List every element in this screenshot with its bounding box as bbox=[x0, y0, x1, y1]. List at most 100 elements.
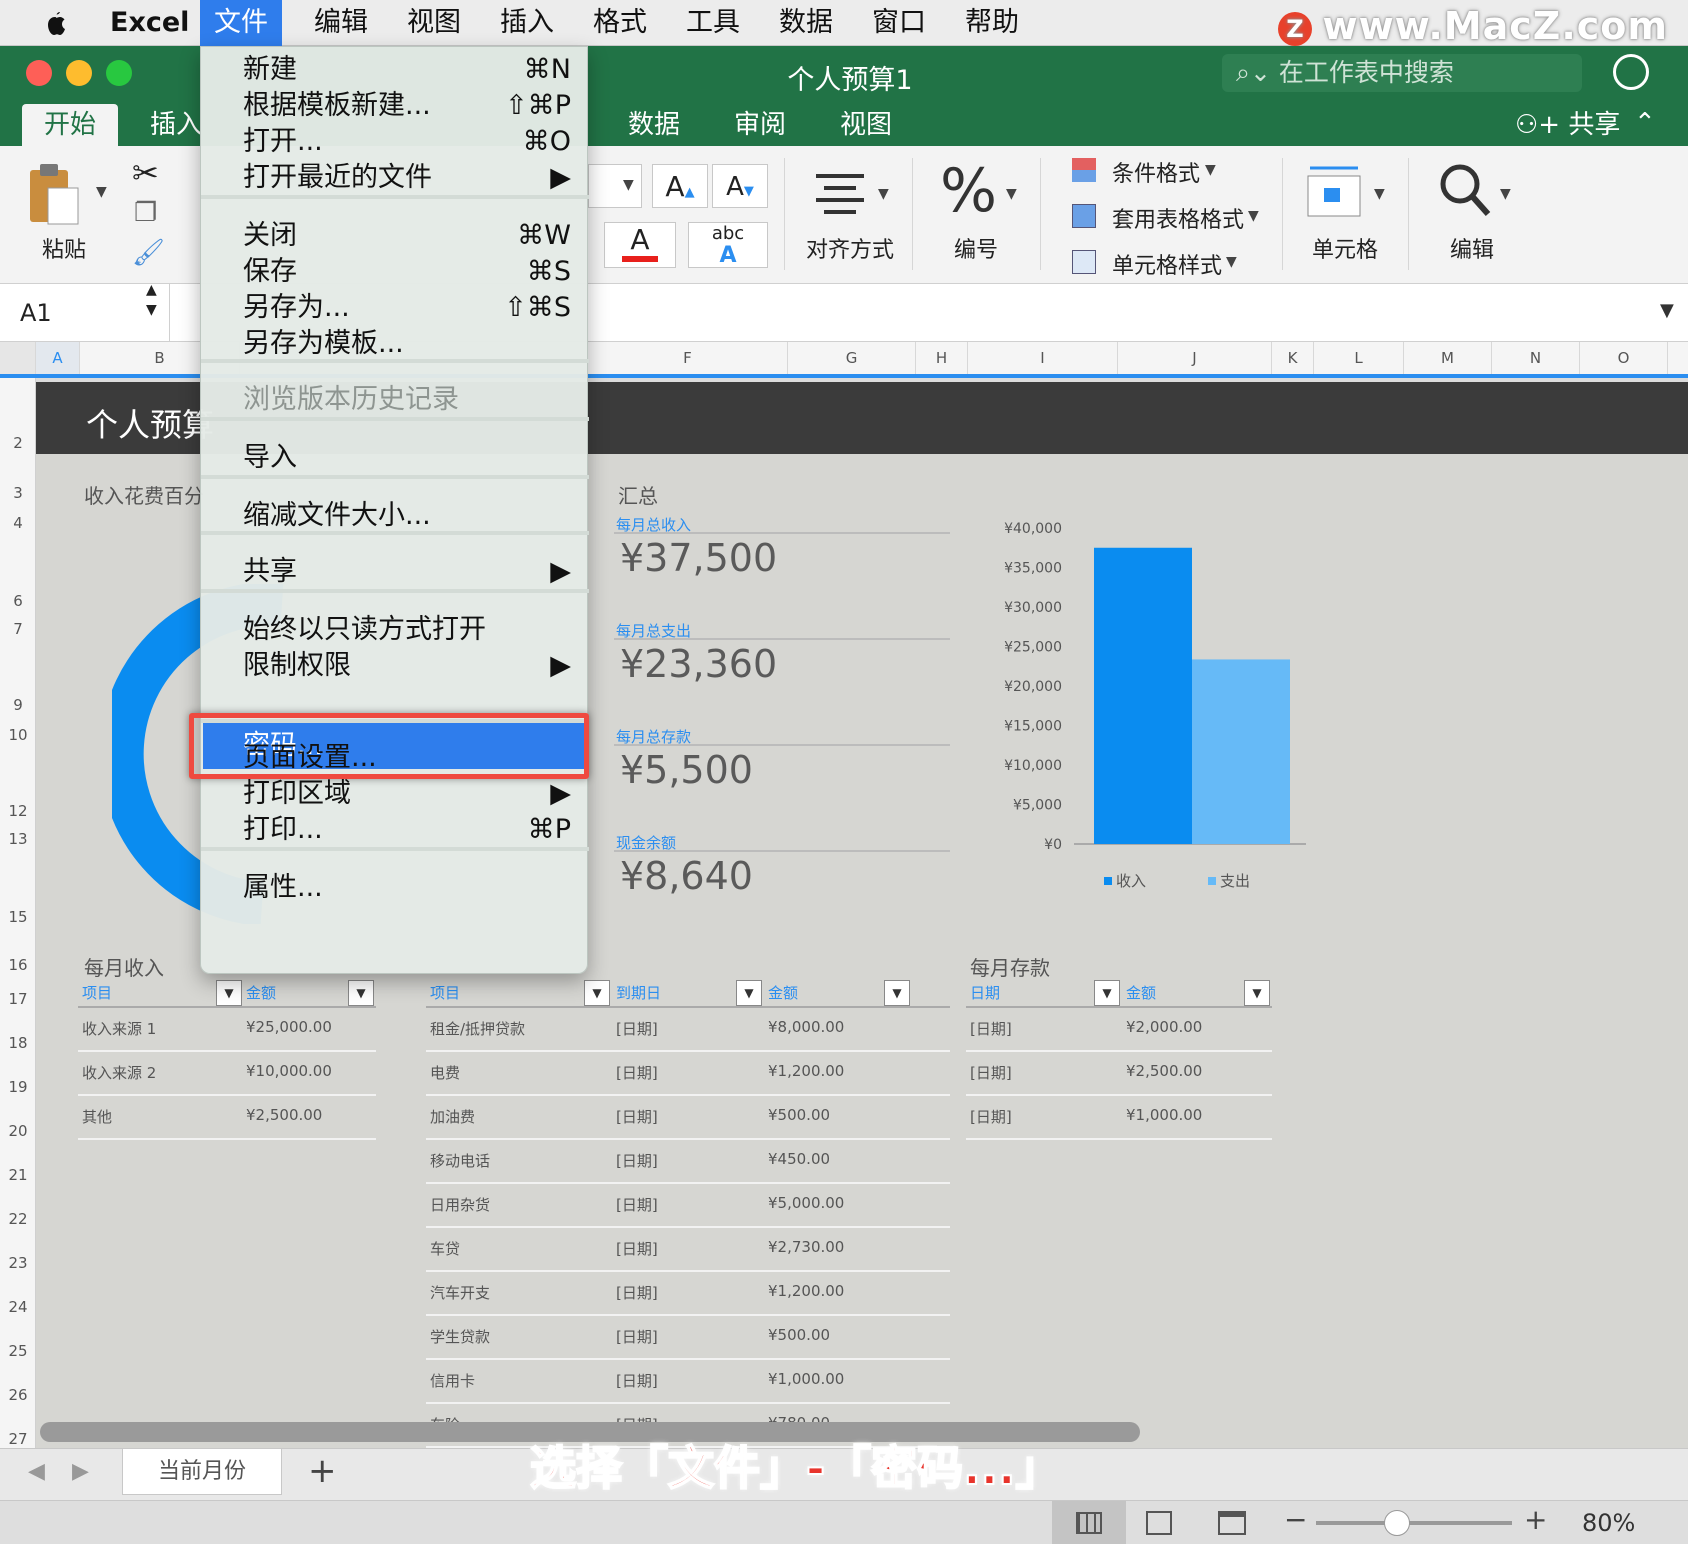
column-header[interactable]: N bbox=[1492, 342, 1580, 374]
table-cell[interactable]: [日期] bbox=[970, 1062, 1012, 1083]
next-sheet-icon[interactable]: ▶ bbox=[72, 1459, 89, 1484]
column-header[interactable]: I bbox=[968, 342, 1118, 374]
row-header[interactable]: 23 bbox=[0, 1254, 36, 1272]
filter-dropdown-button[interactable]: ▼ bbox=[736, 980, 762, 1006]
table-cell[interactable]: ¥1,000.00 bbox=[768, 1370, 844, 1388]
table-cell[interactable]: 其他 bbox=[82, 1106, 112, 1127]
file-menu-item[interactable]: 导入 bbox=[201, 439, 589, 477]
table-cell[interactable]: 收入来源 1 bbox=[82, 1018, 156, 1039]
align-dropdown-icon[interactable]: ▼ bbox=[878, 186, 889, 202]
file-menu-item[interactable]: 打印... ⌘P bbox=[201, 811, 589, 849]
table-cell[interactable]: [日期] bbox=[616, 1194, 658, 1215]
table-cell[interactable]: ¥1,200.00 bbox=[768, 1062, 844, 1080]
table-cell[interactable]: ¥500.00 bbox=[768, 1326, 830, 1344]
close-window-button[interactable] bbox=[26, 60, 52, 86]
row-header[interactable]: 3 bbox=[0, 484, 36, 502]
table-cell[interactable]: ¥1,200.00 bbox=[768, 1282, 844, 1300]
file-menu-item[interactable]: 另存为模板... bbox=[201, 325, 589, 363]
normal-view-button[interactable] bbox=[1052, 1501, 1126, 1544]
table-cell[interactable]: 日用杂货 bbox=[430, 1194, 490, 1215]
table-cell[interactable]: 学生贷款 bbox=[430, 1326, 490, 1347]
table-cell[interactable]: 车贷 bbox=[430, 1238, 460, 1259]
phonetic-button[interactable]: abc A bbox=[688, 222, 768, 268]
menu-excel[interactable]: Excel bbox=[96, 0, 203, 46]
filter-dropdown-button[interactable]: ▼ bbox=[1244, 980, 1270, 1006]
row-header[interactable]: 15 bbox=[0, 908, 36, 926]
align-icon[interactable] bbox=[812, 170, 868, 214]
row-header[interactable]: 13 bbox=[0, 830, 36, 848]
table-cell[interactable]: ¥1,000.00 bbox=[1126, 1106, 1202, 1124]
file-menu-item[interactable]: 关闭 ⌘W bbox=[201, 217, 589, 255]
table-cell[interactable]: [日期] bbox=[970, 1106, 1012, 1127]
row-header[interactable]: 27 bbox=[0, 1430, 36, 1448]
share-button[interactable]: ⚇+ 共享 bbox=[1515, 104, 1620, 146]
name-box-stepper-icon[interactable]: ▲ ▼ bbox=[146, 280, 157, 320]
percent-icon[interactable]: % bbox=[940, 156, 997, 226]
table-cell[interactable]: ¥25,000.00 bbox=[246, 1018, 332, 1036]
table-cell[interactable]: [日期] bbox=[616, 1282, 658, 1303]
file-menu-item[interactable]: 缩减文件大小... bbox=[201, 497, 589, 535]
increase-font-button[interactable]: A▲ bbox=[652, 164, 708, 208]
row-header[interactable]: 12 bbox=[0, 802, 36, 820]
font-size-dropdown[interactable]: ▼ bbox=[588, 164, 642, 208]
table-cell[interactable]: [日期] bbox=[616, 1062, 658, 1083]
table-cell[interactable]: [日期] bbox=[616, 1238, 658, 1259]
table-cell[interactable]: ¥2,730.00 bbox=[768, 1238, 844, 1256]
expand-formula-icon[interactable]: ▼ bbox=[1660, 300, 1674, 321]
conditional-format-dropdown-icon[interactable]: ▼ bbox=[1205, 162, 1216, 178]
column-header[interactable]: H bbox=[916, 342, 968, 374]
menu-file[interactable]: 文件 bbox=[200, 0, 282, 46]
row-header[interactable]: 24 bbox=[0, 1298, 36, 1316]
filter-dropdown-button[interactable]: ▼ bbox=[584, 980, 610, 1006]
tab-view[interactable]: 视图 bbox=[818, 104, 914, 146]
row-header[interactable]: 6 bbox=[0, 592, 36, 610]
row-header[interactable]: 25 bbox=[0, 1342, 36, 1360]
tab-home[interactable]: 开始 bbox=[22, 104, 119, 146]
column-header[interactable]: K bbox=[1272, 342, 1314, 374]
row-header[interactable]: 4 bbox=[0, 514, 36, 532]
table-cell[interactable]: 信用卡 bbox=[430, 1370, 475, 1391]
table-cell[interactable]: [日期] bbox=[616, 1370, 658, 1391]
file-menu-item[interactable]: 始终以只读方式打开 bbox=[201, 611, 589, 649]
column-header[interactable]: F bbox=[588, 342, 788, 374]
table-cell[interactable]: ¥8,000.00 bbox=[768, 1018, 844, 1036]
font-color-button[interactable]: A bbox=[604, 222, 676, 268]
menu-edit[interactable]: 编辑 bbox=[300, 0, 382, 46]
format-painter-icon[interactable]: 🖌 bbox=[132, 238, 165, 268]
row-header[interactable]: 2 bbox=[0, 434, 36, 452]
table-cell[interactable]: [日期] bbox=[616, 1106, 658, 1127]
menu-tools[interactable]: 工具 bbox=[672, 0, 754, 46]
sheet-search-input[interactable]: ⌕⌄ 在工作表中搜索 bbox=[1222, 54, 1582, 92]
row-header[interactable]: 7 bbox=[0, 620, 36, 638]
cells-dropdown-icon[interactable]: ▼ bbox=[1374, 186, 1385, 202]
row-header[interactable]: 16 bbox=[0, 956, 36, 974]
copy-icon[interactable]: ❐ bbox=[134, 198, 157, 228]
cells-icon[interactable] bbox=[1304, 162, 1364, 218]
edit-dropdown-icon[interactable]: ▼ bbox=[1500, 186, 1511, 202]
page-layout-view-icon[interactable] bbox=[1146, 1511, 1172, 1535]
zoom-slider-track[interactable] bbox=[1316, 1521, 1512, 1525]
row-header[interactable]: 9 bbox=[0, 696, 36, 714]
menu-format[interactable]: 格式 bbox=[579, 0, 661, 46]
table-cell[interactable]: ¥500.00 bbox=[768, 1106, 830, 1124]
table-cell[interactable]: ¥450.00 bbox=[768, 1150, 830, 1168]
row-header[interactable]: 26 bbox=[0, 1386, 36, 1404]
file-menu-item[interactable]: 共享 ▶ bbox=[201, 553, 589, 591]
filter-dropdown-button[interactable]: ▼ bbox=[884, 980, 910, 1006]
sheet-tab-current-month[interactable]: 当前月份 bbox=[122, 1449, 282, 1495]
conditional-format-button[interactable]: 条件格式 bbox=[1112, 156, 1200, 188]
decrease-font-button[interactable]: A▼ bbox=[712, 164, 768, 208]
table-format-dropdown-icon[interactable]: ▼ bbox=[1248, 208, 1259, 224]
prev-sheet-icon[interactable]: ◀ bbox=[28, 1459, 45, 1484]
table-cell[interactable]: ¥2,000.00 bbox=[1126, 1018, 1202, 1036]
table-cell[interactable]: 汽车开支 bbox=[430, 1282, 490, 1303]
table-cell[interactable]: 加油费 bbox=[430, 1106, 475, 1127]
page-break-view-icon[interactable] bbox=[1218, 1511, 1246, 1535]
column-header[interactable]: M bbox=[1404, 342, 1492, 374]
minimize-window-button[interactable] bbox=[66, 60, 92, 86]
menu-view[interactable]: 视图 bbox=[393, 0, 475, 46]
row-header[interactable]: 19 bbox=[0, 1078, 36, 1096]
table-cell[interactable]: [日期] bbox=[616, 1326, 658, 1347]
collapse-ribbon-icon[interactable]: ⌃ bbox=[1634, 108, 1656, 138]
column-header[interactable]: A bbox=[36, 342, 80, 374]
